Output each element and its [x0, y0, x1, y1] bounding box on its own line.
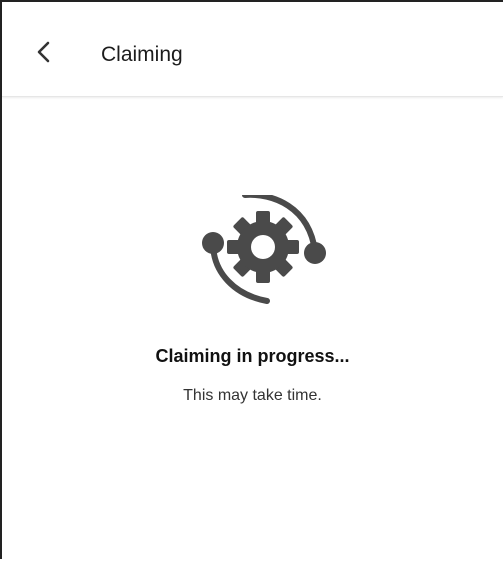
- back-button[interactable]: [24, 32, 64, 72]
- main-content: Claiming in progress... This may take ti…: [2, 97, 503, 561]
- status-subtitle: This may take time.: [183, 387, 322, 404]
- page-title: Claiming: [101, 43, 183, 66]
- status-title: Claiming in progress...: [155, 346, 350, 366]
- chevron-left-icon: [37, 41, 50, 63]
- screen: Claiming Claiming in progress... This ma…: [0, 0, 503, 559]
- app-bar: Claiming: [2, 2, 503, 97]
- sync-gear-icon: [202, 195, 326, 304]
